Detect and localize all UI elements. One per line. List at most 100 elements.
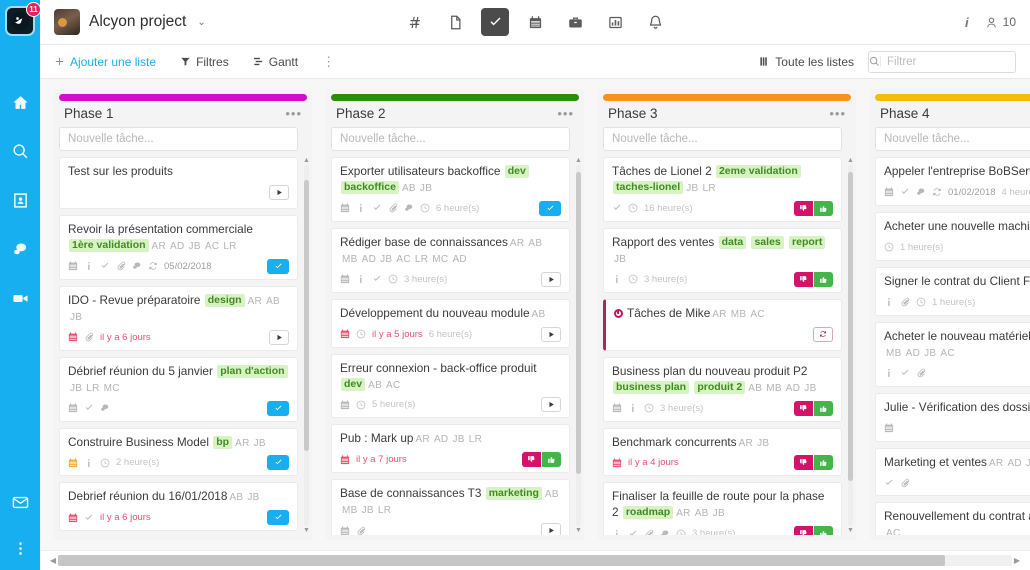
task-tag[interactable]: plan d'action <box>217 365 287 378</box>
task-tag[interactable]: roadmap <box>623 506 673 519</box>
more-vertical-icon[interactable] <box>10 538 30 558</box>
add-list-button[interactable]: Ajouter une liste <box>54 55 156 69</box>
scrollbar-thumb[interactable] <box>58 555 945 566</box>
assignee-initials[interactable]: AD <box>906 347 921 361</box>
assignee-initials[interactable]: AD <box>170 240 185 254</box>
toolbar-more-button[interactable]: ⋮ <box>322 55 335 68</box>
home-icon[interactable] <box>10 92 30 112</box>
assignee-initials[interactable]: JB <box>70 311 82 325</box>
task-card[interactable]: Base de connaissances T3 marketingABMBJB… <box>331 479 570 535</box>
assignee-initials[interactable]: AR <box>739 437 754 451</box>
assignee-initials[interactable]: JB <box>757 437 769 451</box>
task-tag[interactable]: dev <box>505 165 529 178</box>
scrollbar-thumb[interactable] <box>304 180 309 451</box>
vote-down-button[interactable] <box>794 401 813 416</box>
column-vertical-scrollbar[interactable]: ▲▼ <box>847 157 854 534</box>
task-card[interactable]: Debrief réunion du 16/01/2018ABJBil y a … <box>59 482 298 531</box>
task-tag[interactable]: dev <box>341 378 365 391</box>
vote-up-button[interactable] <box>814 455 833 470</box>
vote-buttons[interactable] <box>794 201 833 216</box>
tasks-icon[interactable] <box>481 8 509 36</box>
vote-down-button[interactable] <box>794 272 813 287</box>
scrollbar-thumb[interactable] <box>848 172 853 481</box>
assignee-initials[interactable]: JB <box>686 182 698 196</box>
assignee-initials[interactable]: JB <box>452 433 464 447</box>
task-card[interactable]: Tâches de Lionel 2 2eme validation tache… <box>603 157 842 222</box>
assignee-initials[interactable]: AD <box>1007 457 1022 471</box>
assignee-initials[interactable]: LR <box>415 253 428 267</box>
documents-icon[interactable] <box>441 8 469 36</box>
assignee-initials[interactable]: MB <box>766 382 782 396</box>
task-card[interactable]: Test sur les produits <box>59 157 298 209</box>
task-card[interactable]: Rapport des ventes data sales reportJB3 … <box>603 228 842 293</box>
vote-down-button[interactable] <box>522 452 541 467</box>
chat-icon[interactable] <box>10 239 30 259</box>
filters-button[interactable]: Filtres <box>180 55 229 69</box>
vote-buttons[interactable] <box>522 452 561 467</box>
mail-icon[interactable] <box>10 492 30 512</box>
assignee-initials[interactable]: AR <box>415 433 430 447</box>
notifications-icon[interactable] <box>641 8 669 36</box>
task-card[interactable]: Exporter utilisateurs backoffice dev bac… <box>331 157 570 222</box>
assignee-initials[interactable]: LR <box>378 504 391 518</box>
start-timer-button[interactable] <box>541 327 561 342</box>
scroll-up-arrow-icon[interactable]: ▲ <box>303 157 310 164</box>
assignee-initials[interactable]: AB <box>229 491 243 505</box>
assignee-initials[interactable]: AC <box>886 527 901 535</box>
column-scroll-region[interactable]: Test sur les produits Revoir la présentat… <box>59 127 307 535</box>
scroll-up-arrow-icon[interactable]: ▲ <box>575 157 582 164</box>
start-timer-button[interactable] <box>541 272 561 287</box>
assignee-initials[interactable]: JB <box>614 253 626 267</box>
assignee-initials[interactable]: AB <box>528 237 542 251</box>
assignee-initials[interactable]: LR <box>86 382 99 396</box>
task-card[interactable]: IDO - Revue préparatoire designARABJBil … <box>59 286 298 351</box>
task-card[interactable]: Débrief réunion du 5 janvier plan d'acti… <box>59 357 298 422</box>
assignee-initials[interactable]: JB <box>1026 457 1030 471</box>
all-lists-button[interactable]: Toute les listes <box>759 55 854 69</box>
vote-buttons[interactable] <box>794 272 833 287</box>
start-timer-button[interactable] <box>269 185 289 200</box>
vote-down-button[interactable] <box>794 526 813 535</box>
scroll-left-arrow-icon[interactable]: ◀ <box>48 556 58 565</box>
assignee-initials[interactable]: JB <box>380 253 392 267</box>
assignee-initials[interactable]: JB <box>420 182 432 196</box>
assignee-initials[interactable]: AB <box>748 382 762 396</box>
assignee-initials[interactable]: JB <box>362 504 374 518</box>
task-card[interactable]: Business plan du nouveau produit P2 busi… <box>603 357 842 422</box>
search-box[interactable] <box>868 51 1016 73</box>
assignee-initials[interactable]: AD <box>362 253 377 267</box>
scrollbar-thumb[interactable] <box>576 172 581 474</box>
task-card[interactable]: Signer le contrat du Client F signature1… <box>875 267 1030 316</box>
assignee-initials[interactable]: AB <box>266 295 280 309</box>
column-menu-button[interactable]: ••• <box>829 107 846 120</box>
vote-up-button[interactable] <box>542 452 561 467</box>
vote-up-button[interactable] <box>814 401 833 416</box>
task-card[interactable]: Revoir la présentation commerciale 1ère … <box>59 215 298 280</box>
task-tag[interactable]: marketing <box>486 487 542 500</box>
assignee-initials[interactable]: LR <box>702 182 715 196</box>
assignee-initials[interactable]: AB <box>532 308 546 322</box>
task-tag[interactable]: sales <box>751 236 783 249</box>
vote-up-button[interactable] <box>814 526 833 535</box>
task-tag[interactable]: 2eme validation <box>716 165 801 178</box>
new-task-input[interactable] <box>603 127 842 151</box>
assignee-initials[interactable]: AC <box>205 240 220 254</box>
vote-down-button[interactable] <box>794 455 813 470</box>
video-icon[interactable] <box>10 288 30 308</box>
column-menu-button[interactable]: ••• <box>285 107 302 120</box>
task-card[interactable]: Rédiger base de connaissancesARABMBADJBA… <box>331 228 570 293</box>
column-vertical-scrollbar[interactable]: ▲▼ <box>303 157 310 534</box>
calendar-icon[interactable] <box>521 8 549 36</box>
mark-done-button[interactable] <box>267 401 289 416</box>
scroll-right-arrow-icon[interactable]: ▶ <box>1012 556 1022 565</box>
task-card[interactable]: Développement du nouveau moduleABil y a … <box>331 299 570 348</box>
vote-up-button[interactable] <box>814 272 833 287</box>
assignee-initials[interactable]: AB <box>545 488 559 502</box>
contacts-icon[interactable] <box>10 190 30 210</box>
board-horizontal-scrollbar[interactable]: ◀ ▶ <box>40 550 1030 570</box>
assignee-initials[interactable]: AB <box>368 379 382 393</box>
assignee-initials[interactable]: AD <box>786 382 801 396</box>
chevron-down-icon[interactable]: ⌄ <box>197 17 205 28</box>
assignee-initials[interactable]: AR <box>510 237 525 251</box>
assignee-initials[interactable]: AC <box>940 347 955 361</box>
